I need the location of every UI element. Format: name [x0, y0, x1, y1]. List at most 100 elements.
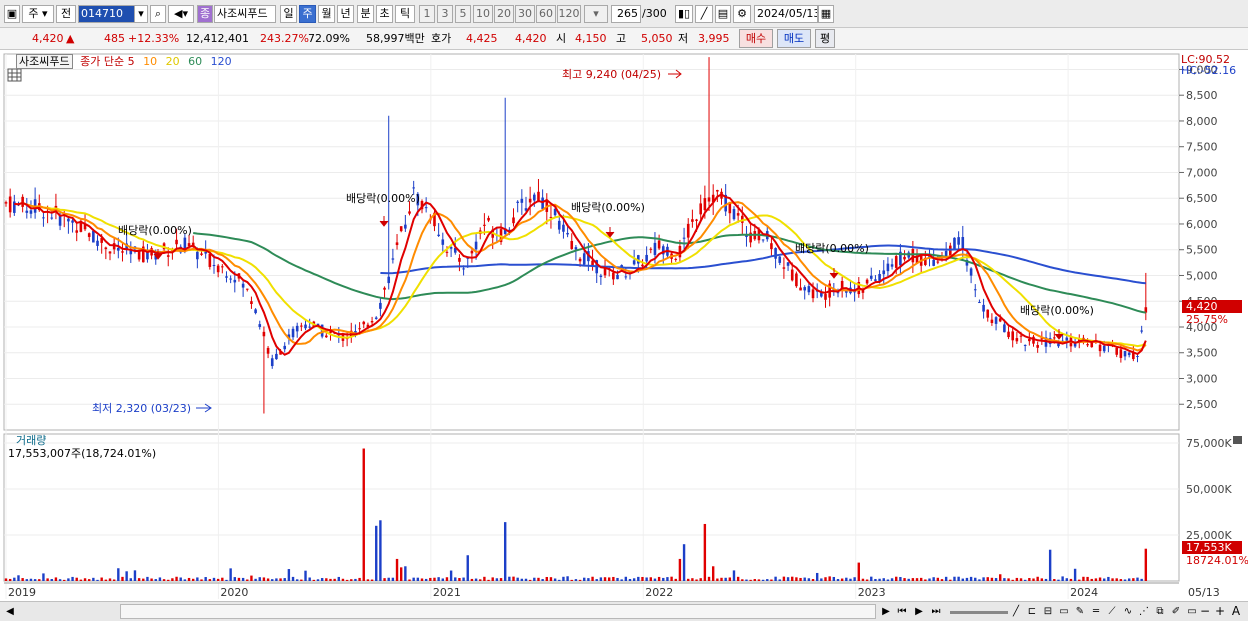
- volume-bar: [462, 577, 465, 581]
- pen-icon[interactable]: ✎: [1074, 604, 1086, 619]
- volume-bar: [599, 577, 603, 581]
- volume-bar: [936, 577, 940, 581]
- volume-bar: [370, 579, 374, 581]
- candle-icon[interactable]: ▮▯: [675, 5, 693, 23]
- trend-icon[interactable]: ⋰: [1138, 604, 1150, 619]
- y-tick-label: 8,000: [1186, 115, 1218, 128]
- interval-3[interactable]: 3: [437, 5, 453, 23]
- volume-bar: [146, 576, 149, 581]
- buy-button[interactable]: 매수: [739, 29, 773, 48]
- chart-area[interactable]: 9,000 8,500 8,000 7,500 7,000 6,500 6,000 5,500…: [0, 51, 1248, 601]
- type-select[interactable]: 주 ▾: [22, 5, 54, 23]
- volume-bar: [300, 579, 303, 581]
- search-icon[interactable]: ⌕: [150, 5, 166, 23]
- save-icon[interactable]: ▤: [715, 5, 731, 23]
- volume-bar: [595, 579, 598, 581]
- candle-body: [978, 302, 981, 304]
- volume-bar: [308, 577, 311, 581]
- interval-select[interactable]: ▾: [584, 5, 608, 23]
- candle-body: [678, 245, 682, 258]
- candle-body: [566, 232, 569, 235]
- candle-body: [283, 345, 287, 350]
- volume-bar: [566, 576, 569, 581]
- candle-body: [408, 211, 411, 214]
- play-icon[interactable]: ▶: [912, 604, 926, 619]
- volume-bar: [878, 578, 881, 581]
- line-chart-icon[interactable]: ╱: [695, 5, 713, 23]
- minus-icon[interactable]: −: [1199, 604, 1211, 619]
- plus-icon[interactable]: +: [1214, 604, 1226, 619]
- volume-bar: [707, 576, 711, 581]
- type-select-value: 주: [28, 7, 39, 20]
- period-day[interactable]: 일: [280, 5, 297, 23]
- fib-icon[interactable]: ⊏: [1026, 604, 1038, 619]
- chevron-down-icon[interactable]: ▾: [134, 5, 148, 23]
- candle-body: [487, 217, 490, 221]
- hline-icon[interactable]: ═: [1090, 604, 1102, 619]
- ray-icon[interactable]: ⟋: [1106, 604, 1118, 619]
- volume-bar: [953, 576, 956, 581]
- stock-name: 사조씨푸드: [214, 5, 276, 23]
- interval-10[interactable]: 10: [473, 5, 493, 23]
- volume-bar: [179, 577, 182, 581]
- scroll-thumb[interactable]: [120, 604, 876, 619]
- volume-bar: [13, 577, 16, 581]
- volume-bar: [175, 576, 178, 581]
- interval-60[interactable]: 60: [536, 5, 556, 23]
- scroll-left-icon[interactable]: ◀: [4, 604, 16, 619]
- gear-icon[interactable]: ⚙: [733, 5, 751, 23]
- y-tick-label: 5,500: [1186, 244, 1218, 257]
- box-icon[interactable]: ▭: [1058, 604, 1070, 619]
- scroll-right-icon[interactable]: ▶: [880, 604, 892, 619]
- draw-line-icon[interactable]: ╱: [1010, 604, 1022, 619]
- calendar-icon[interactable]: ▦: [818, 5, 834, 23]
- volume-bar: [117, 568, 120, 581]
- layout-icon[interactable]: ▣: [4, 5, 20, 23]
- period-year[interactable]: 년: [337, 5, 354, 23]
- date-input[interactable]: 2024/05/13: [754, 5, 818, 23]
- channel-icon[interactable]: ⊟: [1042, 604, 1054, 619]
- period-minute[interactable]: 분: [357, 5, 374, 23]
- period-tick[interactable]: 틱: [395, 5, 415, 23]
- period-month[interactable]: 월: [318, 5, 335, 23]
- prev-button[interactable]: 전: [56, 5, 76, 23]
- candle-body: [1102, 345, 1106, 352]
- speaker-icon[interactable]: ◀▾: [168, 5, 194, 23]
- price-chart[interactable]: 9,0008,5008,0007,5007,0006,5006,0005,500…: [0, 51, 1248, 601]
- zoom-slider[interactable]: [950, 611, 1008, 614]
- candle-body: [649, 248, 653, 250]
- sell-button[interactable]: 매도: [777, 29, 811, 48]
- fast-forward-icon[interactable]: ⏭: [929, 604, 943, 619]
- candle-body: [990, 319, 994, 324]
- interval-20[interactable]: 20: [494, 5, 514, 23]
- candle-body: [1023, 344, 1027, 346]
- stock-code-input[interactable]: 014710: [78, 5, 136, 23]
- zoom-out-icon[interactable]: ▭: [1186, 604, 1198, 619]
- volume-bar: [137, 578, 141, 581]
- volume-bar: [337, 576, 340, 581]
- candle-body: [1036, 345, 1039, 348]
- interval-1[interactable]: 1: [419, 5, 435, 23]
- volume-bar: [766, 579, 769, 581]
- chart-scrollbar[interactable]: ◀ ▶ ⏮ ▶ ⏭ ╱ ⊏ ⊟ ▭ ✎ ═ ⟋ ∿ ⋰ ⧉ ✐ ▭ − + A: [0, 601, 1248, 621]
- period-second[interactable]: 초: [376, 5, 393, 23]
- wave-icon[interactable]: ∿: [1122, 604, 1134, 619]
- candle-body: [458, 257, 461, 262]
- volume-bar: [853, 577, 856, 581]
- edit-icon[interactable]: ✐: [1170, 604, 1182, 619]
- interval-5[interactable]: 5: [455, 5, 471, 23]
- candle-body: [512, 217, 515, 224]
- view-count-input[interactable]: 265: [611, 5, 641, 23]
- interval-120[interactable]: 120: [557, 5, 581, 23]
- candle-body: [1019, 335, 1023, 337]
- table-icon[interactable]: [7, 68, 22, 82]
- interval-30[interactable]: 30: [515, 5, 535, 23]
- text-size-icon[interactable]: A: [1230, 604, 1242, 619]
- period-week[interactable]: 주: [299, 5, 316, 23]
- rewind-icon[interactable]: ⏮: [895, 604, 909, 619]
- flat-button[interactable]: 평: [815, 29, 835, 48]
- volume-tick-label: 75,000K: [1186, 437, 1232, 450]
- volume-close-icon[interactable]: [1233, 436, 1242, 444]
- candle-body: [25, 210, 29, 213]
- copy-icon[interactable]: ⧉: [1154, 604, 1166, 619]
